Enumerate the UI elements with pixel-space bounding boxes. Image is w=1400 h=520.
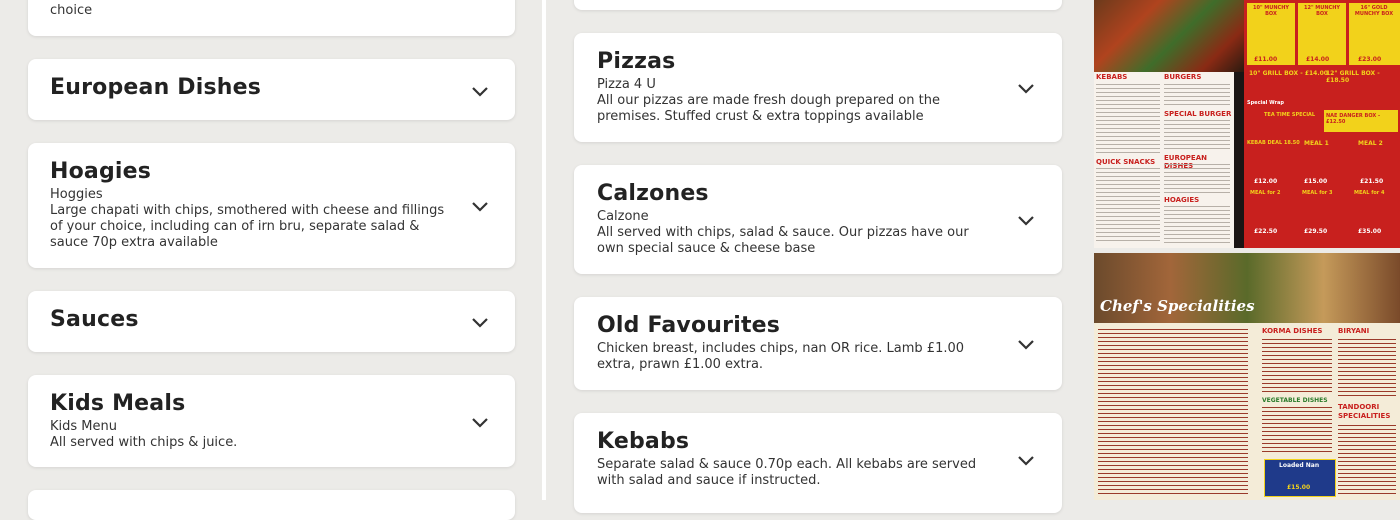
menu-text-lines [1164, 84, 1230, 108]
menu-text-lines [1164, 120, 1230, 152]
category-european-dishes[interactable]: European Dishes [28, 59, 515, 120]
category-subtitle: Hoggies [50, 187, 103, 202]
menu-text-lines [1338, 425, 1396, 495]
menu-text-lines [1096, 84, 1160, 154]
promo-box-label: 16" GOLD MUNCHY BOX [1354, 5, 1394, 17]
category-title: Sauces [50, 307, 139, 332]
promo-box-price: £21.50 [1360, 178, 1384, 185]
chevron-down-icon[interactable] [1016, 337, 1036, 351]
menu-text-lines [1262, 407, 1332, 455]
promo-panel: 10" MUNCHY BOX £11.00 12" MUNCHY BOX £14… [1244, 0, 1400, 248]
category-title: Old Favourites [597, 313, 781, 338]
promo-box: Loaded Nan £15.00 [1264, 459, 1336, 497]
category-subtitle: Pizza 4 U [597, 77, 656, 92]
promo-box-label: 12" MUNCHY BOX [1304, 5, 1340, 17]
category-description: All served with chips & juice. [50, 435, 238, 450]
promo-box-label: MEAL for 4 [1354, 190, 1385, 196]
menu-text-lines [1262, 339, 1332, 393]
promo-box-label: MEAL for 3 [1302, 190, 1333, 196]
menu-price-list: KEBABS BURGERS SPECIAL BURGER QUICK SNAC… [1094, 72, 1234, 248]
chevron-down-icon[interactable] [1016, 213, 1036, 227]
promo-box-price: £12.00 [1254, 178, 1278, 185]
category-description: All served with chips, salad & sauce. Ou… [597, 225, 969, 256]
chevron-down-icon[interactable] [470, 415, 490, 429]
promo-box-label: 10" GRILL BOX - £14.00 [1249, 70, 1328, 77]
menu-heading: TANDOORI SPECIALITIES [1338, 403, 1391, 420]
promo-box-label: KEBAB DEAL 18.50 [1247, 140, 1300, 146]
category-subtitle: Kids Menu [50, 419, 117, 434]
promo-box-price: £23.00 [1358, 56, 1382, 63]
menu-text-lines [1096, 168, 1160, 244]
menu-text-lines [1164, 164, 1230, 194]
category-hoagies[interactable]: Hoagies Hoggies Large chapati with chips… [28, 143, 515, 268]
category-calzones[interactable]: Calzones Calzone All served with chips, … [574, 165, 1062, 274]
partial-card-description: choice [50, 3, 93, 18]
chevron-down-icon[interactable] [470, 199, 490, 213]
promo-box-label: MEAL 2 [1358, 140, 1383, 147]
promo-box-label: TEA TIME SPECIAL [1264, 112, 1316, 118]
promo-box-price: £14.00 [1306, 56, 1330, 63]
menu-heading: KEBABS [1096, 73, 1128, 81]
category-old-favourites[interactable]: Old Favourites Chicken breast, includes … [574, 297, 1062, 390]
promo-box-price: £22.50 [1254, 228, 1278, 235]
chevron-down-icon[interactable] [1016, 81, 1036, 95]
promo-box-label: 12" GRILL BOX - £18.50 [1326, 70, 1380, 84]
menu-image-bottom[interactable]: Chef's Specialities KORMA DISHES BIRYANI… [1094, 253, 1400, 500]
category-title: Hoagies [50, 159, 152, 184]
left-menu-column: choice European Dishes Hoagies Hoggies L… [0, 0, 542, 520]
promo-box-label: 10" MUNCHY BOX [1253, 5, 1289, 17]
chevron-down-icon[interactable] [470, 84, 490, 98]
menu-heading: KORMA DISHES [1262, 327, 1323, 335]
promo-box-price: £35.00 [1358, 228, 1382, 235]
category-card-partial-bottom[interactable] [28, 490, 515, 520]
promo-box-price: £15.00 [1304, 178, 1328, 185]
promo-box-price: £11.00 [1254, 56, 1278, 63]
category-description: Large chapati with chips, smothered with… [50, 203, 445, 250]
category-title: Calzones [597, 181, 709, 206]
partial-category-card[interactable]: choice [28, 0, 515, 36]
promo-box-label: MEAL for 2 [1250, 190, 1281, 196]
category-kids-meals[interactable]: Kids Meals Kids Menu All served with chi… [28, 375, 515, 467]
category-description: All our pizzas are made fresh dough prep… [597, 93, 940, 124]
promo-box-label: Special Wrap [1247, 100, 1284, 106]
promo-box-price: £29.50 [1304, 228, 1328, 235]
menu-heading: BURGERS [1164, 73, 1202, 81]
category-title: Kebabs [597, 429, 690, 454]
menu-heading: Chef's Specialities [1100, 297, 1255, 315]
menu-image-top[interactable]: KEBABS BURGERS SPECIAL BURGER QUICK SNAC… [1094, 0, 1400, 248]
chevron-down-icon[interactable] [1016, 453, 1036, 467]
category-description: Chicken breast, includes chips, nan OR r… [597, 341, 965, 372]
category-title: Kids Meals [50, 391, 186, 416]
menu-heading: QUICK SNACKS [1096, 158, 1156, 166]
promo-box-price: £15.00 [1287, 484, 1311, 491]
category-pizzas[interactable]: Pizzas Pizza 4 U All our pizzas are made… [574, 33, 1062, 142]
middle-menu-column: Pizzas Pizza 4 U All our pizzas are made… [546, 0, 1090, 513]
menu-heading: SPECIAL BURGER [1164, 110, 1232, 118]
promo-box-label: NAE DANGER BOX - £12.50 [1326, 113, 1381, 125]
chevron-down-icon[interactable] [470, 315, 490, 329]
promo-box-label: Loaded Nan [1279, 462, 1320, 469]
category-sauces[interactable]: Sauces [28, 291, 515, 352]
food-photo [1094, 0, 1244, 72]
category-description: Separate salad & sauce 0.70p each. All k… [597, 457, 977, 488]
menu-text-lines [1338, 339, 1396, 399]
category-card-partial-top[interactable] [574, 0, 1062, 10]
category-subtitle: Calzone [597, 209, 649, 224]
promo-box-label: MEAL 1 [1304, 140, 1329, 147]
menu-text-lines [1164, 206, 1230, 244]
menu-heading: VEGETABLE DISHES [1262, 397, 1328, 404]
category-kebabs[interactable]: Kebabs Separate salad & sauce 0.70p each… [574, 413, 1062, 513]
menu-heading: HOAGIES [1164, 196, 1200, 204]
category-title: European Dishes [50, 75, 262, 100]
menu-text-lines [1098, 329, 1248, 495]
menu-heading: BIRYANI [1338, 327, 1370, 335]
category-title: Pizzas [597, 49, 676, 74]
